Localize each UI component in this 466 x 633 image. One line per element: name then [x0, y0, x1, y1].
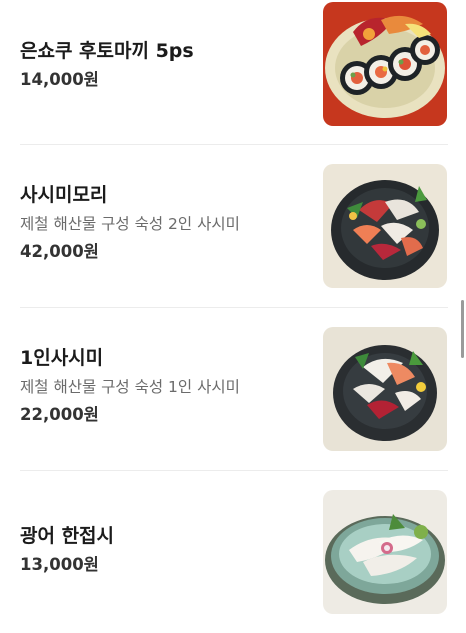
- flatfish-plate-photo: [323, 490, 447, 614]
- menu-item-text: 은쇼쿠 후토마끼 5ps 14,000원: [20, 39, 300, 91]
- menu-item-price: 42,000원: [20, 242, 99, 261]
- menu-item-name: 1인사시미: [20, 347, 104, 369]
- menu-item-description: 제철 해산물 구성 숙성 1인 사시미: [20, 378, 240, 396]
- menu-item-name: 사시미모리: [20, 184, 108, 206]
- scrollbar[interactable]: [461, 300, 464, 358]
- sashimi-platter-2-photo: [323, 164, 447, 288]
- menu-item-price: 14,000원: [20, 70, 99, 89]
- menu-list: 은쇼쿠 후토마끼 5ps 14,000원 사시미모리 제철 해산물 구성 숙성 …: [0, 0, 466, 633]
- menu-item-sashimi-single[interactable]: 1인사시미 제철 해산물 구성 숙성 1인 사시미 22,000원: [0, 308, 466, 471]
- menu-item-text: 광어 한접시 13,000원: [20, 524, 300, 576]
- menu-item-sashimi-mori[interactable]: 사시미모리 제철 해산물 구성 숙성 2인 사시미 42,000원: [0, 145, 466, 308]
- menu-item-description: 제철 해산물 구성 숙성 2인 사시미: [20, 215, 240, 233]
- menu-item-name: 광어 한접시: [20, 525, 115, 547]
- menu-item-futomaki[interactable]: 은쇼쿠 후토마끼 5ps 14,000원: [0, 0, 466, 145]
- menu-item-flatfish[interactable]: 광어 한접시 13,000원: [0, 471, 466, 633]
- futomaki-photo: [323, 2, 447, 126]
- sashimi-platter-1-photo: [323, 327, 447, 451]
- menu-item-name: 은쇼쿠 후토마끼 5ps: [20, 40, 194, 62]
- menu-item-text: 사시미모리 제철 해산물 구성 숙성 2인 사시미 42,000원: [20, 183, 300, 263]
- menu-item-price: 13,000원: [20, 555, 99, 574]
- menu-item-price: 22,000원: [20, 405, 99, 424]
- menu-item-text: 1인사시미 제철 해산물 구성 숙성 1인 사시미 22,000원: [20, 346, 300, 426]
